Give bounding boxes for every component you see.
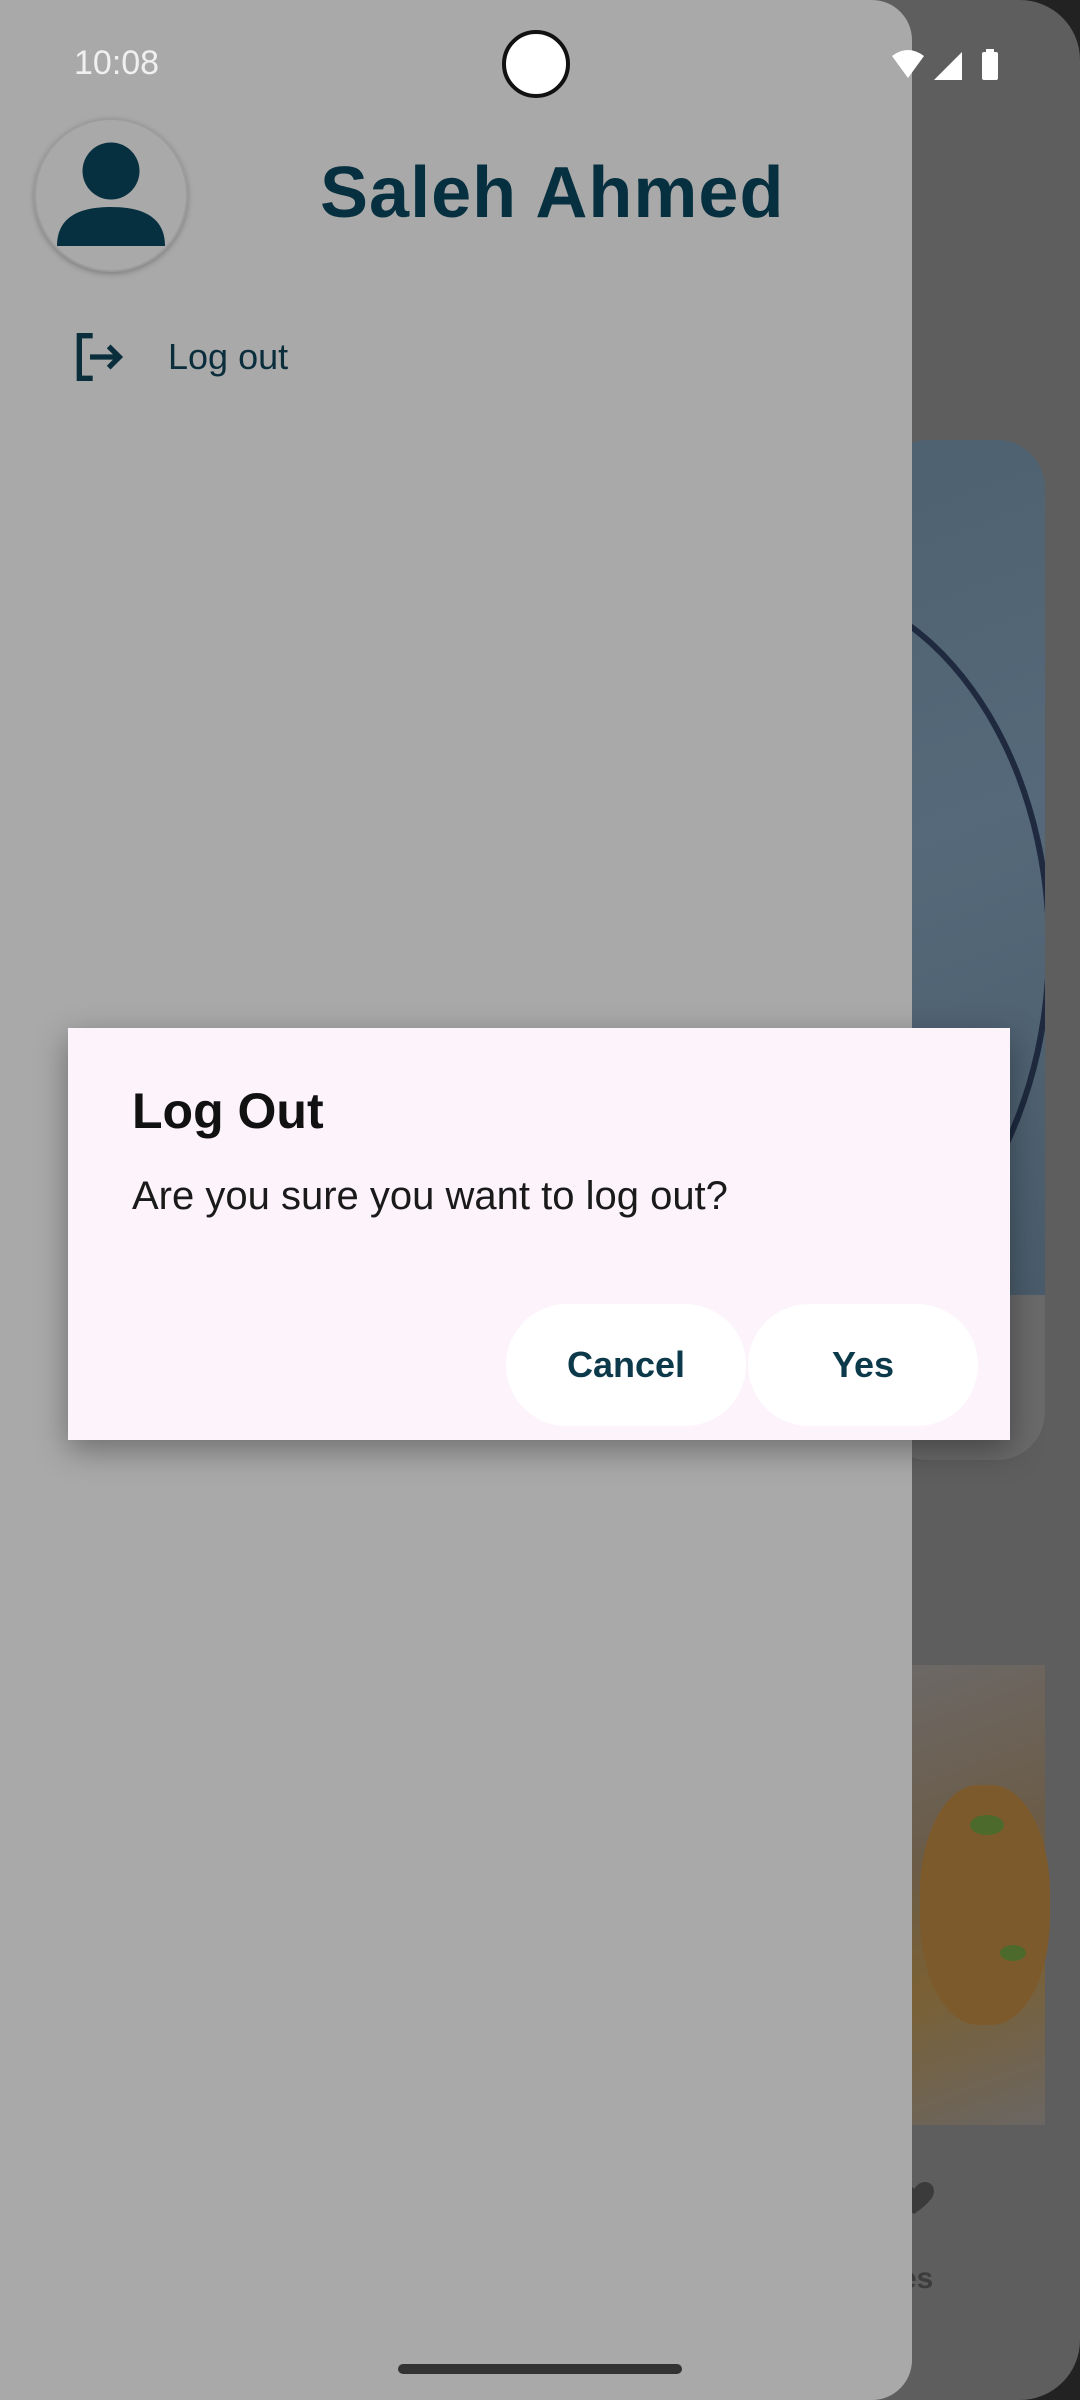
status-icons [892, 49, 998, 80]
avatar[interactable] [34, 118, 188, 272]
herb-graphic [970, 1815, 1004, 1835]
logout-label: Log out [168, 336, 289, 377]
cancel-button[interactable]: Cancel [506, 1304, 746, 1426]
dialog-title: Log Out [132, 1083, 324, 1139]
person-icon [57, 142, 165, 246]
dialog-message: Are you sure you want to log out? [132, 1174, 728, 1218]
battery-icon [982, 52, 998, 80]
logout-menu-item[interactable]: Log out [66, 322, 366, 392]
yes-button[interactable]: Yes [748, 1304, 978, 1426]
logout-dialog: Log Out Are you sure you want to log out… [68, 1028, 1010, 1440]
wifi-icon [892, 50, 924, 78]
signal-icon [934, 52, 962, 80]
herb-graphic [1000, 1945, 1026, 1961]
status-time: 10:08 [74, 44, 160, 82]
gesture-bar[interactable] [398, 2364, 682, 2374]
camera-cutout [502, 30, 570, 98]
logout-icon [76, 333, 124, 381]
user-name: Saleh Ahmed [320, 153, 785, 233]
